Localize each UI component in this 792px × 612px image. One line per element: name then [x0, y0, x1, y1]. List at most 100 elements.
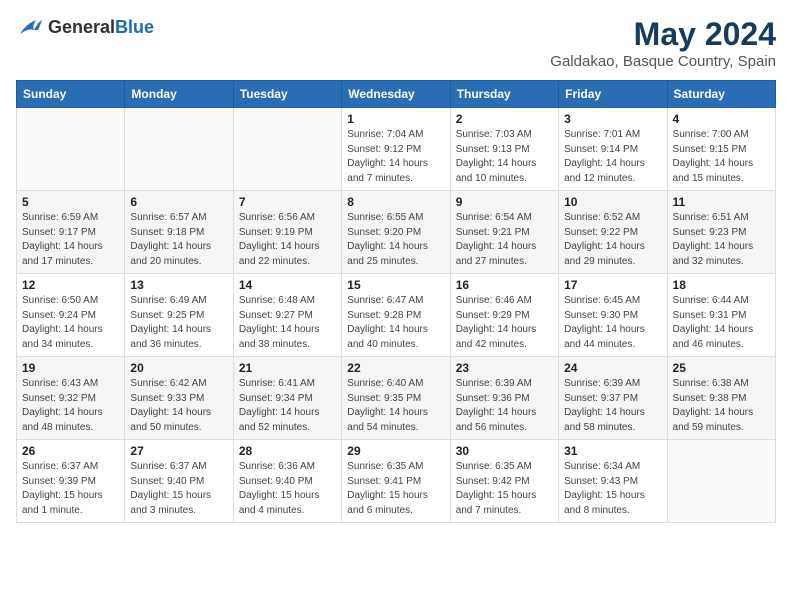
weekday-header-tuesday: Tuesday [233, 81, 341, 108]
day-number: 29 [347, 444, 444, 458]
calendar-cell: 10Sunrise: 6:52 AM Sunset: 9:22 PM Dayli… [559, 191, 667, 274]
logo: GeneralBlue [16, 16, 154, 38]
day-info: Sunrise: 6:47 AM Sunset: 9:28 PM Dayligh… [347, 294, 444, 352]
day-info: Sunrise: 6:43 AM Sunset: 9:32 PM Dayligh… [22, 377, 119, 435]
day-number: 21 [239, 361, 336, 375]
day-info: Sunrise: 7:04 AM Sunset: 9:12 PM Dayligh… [347, 128, 444, 186]
day-number: 2 [456, 112, 553, 126]
calendar-cell: 20 Sunrise: 6:42 AM Sunset: 9:33 PM Dayli… [125, 357, 233, 440]
page-header: GeneralBlue May 2024 Galdakao, Basque Co… [16, 16, 776, 70]
day-number: 27 [130, 444, 227, 458]
day-info: Sunrise: 6:52 AM Sunset: 9:22 PM Dayligh… [564, 211, 661, 269]
calendar-week-row: 12Sunrise: 6:50 AM Sunset: 9:24 PM Dayli… [17, 274, 776, 357]
day-number: 3 [564, 112, 661, 126]
day-info: Sunrise: 6:55 AM Sunset: 9:20 PM Dayligh… [347, 211, 444, 269]
day-info: Sunrise: 6:36 AM Sunset: 9:40 PM Dayligh… [239, 460, 336, 518]
calendar-cell: 15 Sunrise: 6:47 AM Sunset: 9:28 PM Dayli… [342, 274, 450, 357]
calendar-cell: 29 Sunrise: 6:35 AM Sunset: 9:41 PM Dayli… [342, 440, 450, 523]
calendar-cell: 2 Sunrise: 7:03 AM Sunset: 9:13 PM Daylig… [450, 108, 558, 191]
day-info: Sunrise: 6:49 AM Sunset: 9:25 PM Dayligh… [130, 294, 227, 352]
calendar-cell: 4 Sunrise: 7:00 AM Sunset: 9:15 PM Daylig… [667, 108, 775, 191]
calendar-header-row: SundayMondayTuesdayWednesdayThursdayFrid… [17, 81, 776, 108]
day-info: Sunrise: 6:42 AM Sunset: 9:33 PM Dayligh… [130, 377, 227, 435]
title-block: May 2024 Galdakao, Basque Country, Spain [550, 16, 776, 70]
calendar-cell: 11Sunrise: 6:51 AM Sunset: 9:23 PM Dayli… [667, 191, 775, 274]
day-info: Sunrise: 6:35 AM Sunset: 9:42 PM Dayligh… [456, 460, 553, 518]
calendar-cell: 14Sunrise: 6:48 AM Sunset: 9:27 PM Dayli… [233, 274, 341, 357]
day-info: Sunrise: 6:59 AM Sunset: 9:17 PM Dayligh… [22, 211, 119, 269]
weekday-header-sunday: Sunday [17, 81, 125, 108]
calendar-cell: 17 Sunrise: 6:45 AM Sunset: 9:30 PM Dayli… [559, 274, 667, 357]
day-number: 7 [239, 195, 336, 209]
day-info: Sunrise: 6:35 AM Sunset: 9:41 PM Dayligh… [347, 460, 444, 518]
calendar-cell: 18 Sunrise: 6:44 AM Sunset: 9:31 PM Dayli… [667, 274, 775, 357]
day-info: Sunrise: 6:48 AM Sunset: 9:27 PM Dayligh… [239, 294, 336, 352]
day-info: Sunrise: 7:01 AM Sunset: 9:14 PM Dayligh… [564, 128, 661, 186]
day-number: 31 [564, 444, 661, 458]
calendar-cell: 13 Sunrise: 6:49 AM Sunset: 9:25 PM Dayli… [125, 274, 233, 357]
weekday-header-monday: Monday [125, 81, 233, 108]
day-info: Sunrise: 7:03 AM Sunset: 9:13 PM Dayligh… [456, 128, 553, 186]
calendar-cell: 7Sunrise: 6:56 AM Sunset: 9:19 PM Daylig… [233, 191, 341, 274]
calendar-cell [17, 108, 125, 191]
calendar-cell: 22Sunrise: 6:40 AM Sunset: 9:35 PM Dayli… [342, 357, 450, 440]
day-info: Sunrise: 6:37 AM Sunset: 9:39 PM Dayligh… [22, 460, 119, 518]
subtitle: Galdakao, Basque Country, Spain [550, 53, 776, 70]
calendar-cell: 3 Sunrise: 7:01 AM Sunset: 9:14 PM Daylig… [559, 108, 667, 191]
day-number: 4 [673, 112, 770, 126]
calendar-week-row: 19 Sunrise: 6:43 AM Sunset: 9:32 PM Dayli… [17, 357, 776, 440]
calendar-cell: 28 Sunrise: 6:36 AM Sunset: 9:40 PM Dayli… [233, 440, 341, 523]
day-info: Sunrise: 6:38 AM Sunset: 9:38 PM Dayligh… [673, 377, 770, 435]
calendar-cell: 27Sunrise: 6:37 AM Sunset: 9:40 PM Dayli… [125, 440, 233, 523]
logo-text-blue: Blue [115, 17, 154, 37]
calendar-table: SundayMondayTuesdayWednesdayThursdayFrid… [16, 80, 776, 523]
day-number: 16 [456, 278, 553, 292]
calendar-cell: 25Sunrise: 6:38 AM Sunset: 9:38 PM Dayli… [667, 357, 775, 440]
calendar-cell: 9 Sunrise: 6:54 AM Sunset: 9:21 PM Daylig… [450, 191, 558, 274]
day-number: 15 [347, 278, 444, 292]
calendar-cell: 21 Sunrise: 6:41 AM Sunset: 9:34 PM Dayli… [233, 357, 341, 440]
calendar-cell: 31 Sunrise: 6:34 AM Sunset: 9:43 PM Dayli… [559, 440, 667, 523]
calendar-cell: 16 Sunrise: 6:46 AM Sunset: 9:29 PM Dayli… [450, 274, 558, 357]
day-number: 6 [130, 195, 227, 209]
day-info: Sunrise: 6:40 AM Sunset: 9:35 PM Dayligh… [347, 377, 444, 435]
calendar-cell: 23 Sunrise: 6:39 AM Sunset: 9:36 PM Dayli… [450, 357, 558, 440]
day-number: 28 [239, 444, 336, 458]
day-info: Sunrise: 6:39 AM Sunset: 9:36 PM Dayligh… [456, 377, 553, 435]
weekday-header-thursday: Thursday [450, 81, 558, 108]
day-info: Sunrise: 6:45 AM Sunset: 9:30 PM Dayligh… [564, 294, 661, 352]
day-info: Sunrise: 6:54 AM Sunset: 9:21 PM Dayligh… [456, 211, 553, 269]
calendar-cell: 12Sunrise: 6:50 AM Sunset: 9:24 PM Dayli… [17, 274, 125, 357]
main-title: May 2024 [550, 16, 776, 53]
calendar-cell: 1Sunrise: 7:04 AM Sunset: 9:12 PM Daylig… [342, 108, 450, 191]
day-number: 13 [130, 278, 227, 292]
day-info: Sunrise: 6:46 AM Sunset: 9:29 PM Dayligh… [456, 294, 553, 352]
day-info: Sunrise: 7:00 AM Sunset: 9:15 PM Dayligh… [673, 128, 770, 186]
day-number: 9 [456, 195, 553, 209]
day-number: 12 [22, 278, 119, 292]
day-number: 23 [456, 361, 553, 375]
day-info: Sunrise: 6:41 AM Sunset: 9:34 PM Dayligh… [239, 377, 336, 435]
day-number: 11 [673, 195, 770, 209]
day-number: 26 [22, 444, 119, 458]
calendar-cell: 6Sunrise: 6:57 AM Sunset: 9:18 PM Daylig… [125, 191, 233, 274]
day-number: 5 [22, 195, 119, 209]
calendar-cell [667, 440, 775, 523]
day-number: 18 [673, 278, 770, 292]
day-number: 19 [22, 361, 119, 375]
logo-text-general: General [48, 17, 115, 37]
day-number: 20 [130, 361, 227, 375]
calendar-cell: 5 Sunrise: 6:59 AM Sunset: 9:17 PM Daylig… [17, 191, 125, 274]
day-number: 24 [564, 361, 661, 375]
weekday-header-friday: Friday [559, 81, 667, 108]
weekday-header-wednesday: Wednesday [342, 81, 450, 108]
logo-icon [16, 16, 44, 38]
calendar-cell: 26 Sunrise: 6:37 AM Sunset: 9:39 PM Dayli… [17, 440, 125, 523]
calendar-cell: 30Sunrise: 6:35 AM Sunset: 9:42 PM Dayli… [450, 440, 558, 523]
day-info: Sunrise: 6:44 AM Sunset: 9:31 PM Dayligh… [673, 294, 770, 352]
day-info: Sunrise: 6:34 AM Sunset: 9:43 PM Dayligh… [564, 460, 661, 518]
calendar-week-row: 26 Sunrise: 6:37 AM Sunset: 9:39 PM Dayli… [17, 440, 776, 523]
calendar-week-row: 5 Sunrise: 6:59 AM Sunset: 9:17 PM Daylig… [17, 191, 776, 274]
calendar-cell: 19 Sunrise: 6:43 AM Sunset: 9:32 PM Dayli… [17, 357, 125, 440]
day-number: 17 [564, 278, 661, 292]
